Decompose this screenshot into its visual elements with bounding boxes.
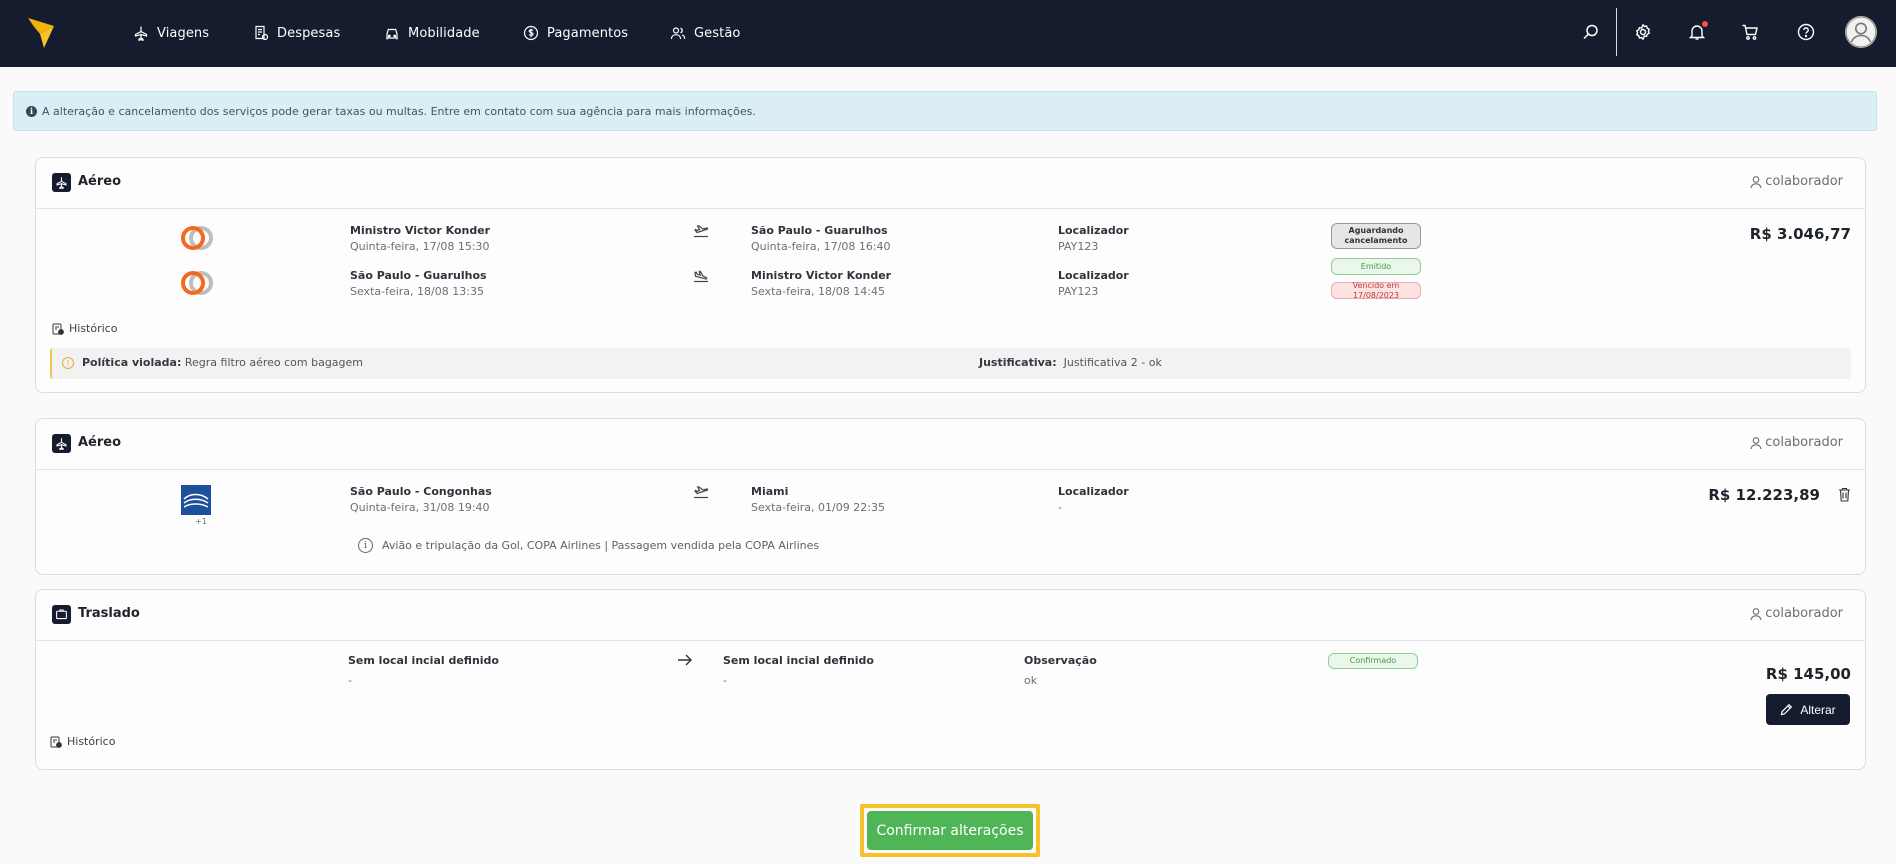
observation-label: Observação: [1024, 654, 1097, 667]
nav-despesas[interactable]: Despesas: [253, 22, 340, 44]
transfer-origin-value: -: [348, 674, 352, 687]
observation: ok: [1024, 674, 1038, 687]
confirm-changes-button[interactable]: Confirmar alterações: [867, 811, 1033, 850]
landing-icon: [694, 270, 708, 283]
policy-label: Política violada:: [82, 356, 182, 369]
transfer-destination: Sem local incial definido: [723, 654, 874, 667]
users-icon: [670, 27, 686, 40]
history-icon: [52, 323, 64, 335]
airplane-icon: [52, 173, 71, 192]
history-link[interactable]: Histórico: [52, 322, 117, 335]
help-icon[interactable]: [1796, 22, 1816, 42]
transfer-card: Traslado colaborador Sem local incial de…: [35, 589, 1866, 770]
destination: Miami: [751, 485, 789, 498]
history-icon: [50, 736, 62, 748]
arrow-right-icon: [678, 654, 692, 666]
airplane-icon: [52, 434, 71, 453]
status-badge-confirmado: Confirmado: [1328, 653, 1418, 669]
transfer-origin: Sem local incial definido: [348, 654, 499, 667]
dollar-icon: [523, 25, 539, 41]
airline-logo-icon: [181, 226, 213, 250]
card-user: colaborador: [1749, 174, 1843, 189]
nav-mobilidade[interactable]: Mobilidade: [384, 22, 480, 44]
leg-2-origin-date: Sexta-feira, 18/08 13:35: [350, 285, 484, 298]
search-icon[interactable]: [1581, 22, 1601, 42]
gear-icon[interactable]: [1633, 22, 1653, 42]
toolbar-divider: [1616, 8, 1617, 56]
leg-1-origin-date: Quinta-feira, 17/08 15:30: [350, 240, 490, 253]
leg-2-locator-label: Localizador: [1058, 269, 1129, 282]
leg-2-destination-date: Sexta-feira, 18/08 14:45: [751, 285, 885, 298]
alterar-button[interactable]: Alterar: [1766, 694, 1850, 725]
status-badge-emitido: Emitido: [1331, 258, 1421, 275]
airline-logo-icon: [181, 271, 213, 295]
user-icon: [1750, 436, 1762, 449]
card-user: colaborador: [1749, 435, 1843, 450]
logo-icon[interactable]: [26, 16, 56, 50]
leg-2-destination: Ministro Victor Konder: [751, 269, 892, 282]
status-badge-aguardando: Aguardando cancelamento: [1331, 223, 1421, 249]
policy-text: Regra filtro aéreo com bagagem: [184, 356, 364, 369]
card-header: Aéreo colaborador: [36, 158, 1865, 209]
pencil-icon: [1781, 703, 1793, 716]
info-icon: i: [358, 538, 373, 553]
leg-2-locator: PAY123: [1058, 285, 1099, 298]
nav-pagamentos[interactable]: Pagamentos: [523, 22, 628, 44]
bell-icon[interactable]: [1687, 21, 1708, 42]
leg-1-locator-label: Localizador: [1058, 224, 1129, 237]
justification-text: Justificativa 2 - ok: [1063, 356, 1162, 369]
locator-label: Localizador: [1058, 485, 1129, 498]
flight-card-2: Aéreo colaborador +1 São Paulo - Congonh…: [35, 418, 1866, 575]
briefcase-icon: [52, 605, 71, 624]
copa-airline-logo-icon: [181, 485, 211, 515]
info-alert: i A alteração e cancelamento dos serviço…: [13, 91, 1877, 131]
price: R$ 12.223,89: [1708, 486, 1820, 504]
card-title: Aéreo: [78, 435, 122, 450]
car-icon: [386, 28, 398, 40]
card-title: Traslado: [78, 606, 140, 621]
leg-2-origin: São Paulo - Guarulhos: [350, 269, 487, 282]
leg-1-origin: Ministro Victor Konder: [350, 224, 491, 237]
history-link[interactable]: Histórico: [50, 735, 115, 748]
leg-1-destination-date: Quinta-feira, 17/08 16:40: [751, 240, 891, 253]
price: R$ 3.046,77: [1749, 225, 1851, 243]
origin: São Paulo - Congonhas: [350, 485, 492, 498]
card-title: Aéreo: [78, 174, 122, 189]
confirm-highlight: Confirmar alterações: [860, 804, 1040, 857]
price: R$ 145,00: [1765, 665, 1851, 683]
notification-dot: [1702, 21, 1708, 27]
plane-icon: [134, 26, 148, 41]
flight-card-1: Aéreo colaborador Ministro Victor Konder…: [35, 157, 1866, 393]
card-header: Aéreo colaborador: [36, 419, 1865, 470]
status-badge-vencido: Vencido em 17/08/2023: [1331, 281, 1421, 300]
trash-icon[interactable]: [1838, 487, 1851, 502]
cart-icon[interactable]: [1740, 22, 1760, 42]
warning-icon: !: [62, 357, 74, 369]
info-line: i Avião e tripulação da Gol, COPA Airlin…: [358, 538, 819, 553]
policy-violation: ! Política violada: Regra filtro aéreo c…: [50, 348, 1851, 379]
nav-viagens[interactable]: Viagens: [133, 22, 209, 44]
justification-label: Justificativa:: [979, 356, 1057, 369]
top-navbar: Viagens Despesas Mobilidade Pagamentos G…: [0, 0, 1896, 67]
avatar[interactable]: [1845, 16, 1877, 48]
transfer-destination-value: -: [723, 674, 727, 687]
card-header: Traslado colaborador: [36, 590, 1865, 641]
takeoff-icon: [694, 486, 709, 499]
info-icon: i: [26, 105, 37, 117]
leg-1-destination: São Paulo - Guarulhos: [751, 224, 888, 237]
extra-airlines: +1: [195, 517, 207, 526]
user-icon: [1750, 175, 1762, 188]
origin-date: Quinta-feira, 31/08 19:40: [350, 501, 490, 514]
user-avatar-icon: [1845, 16, 1877, 48]
receipt-icon: [255, 25, 269, 41]
takeoff-icon: [694, 225, 709, 238]
locator: -: [1058, 501, 1062, 514]
user-icon: [1750, 607, 1762, 620]
nav-gestao[interactable]: Gestão: [670, 22, 740, 44]
leg-1-locator: PAY123: [1058, 240, 1099, 253]
destination-date: Sexta-feira, 01/09 22:35: [751, 501, 885, 514]
card-user: colaborador: [1749, 606, 1843, 621]
